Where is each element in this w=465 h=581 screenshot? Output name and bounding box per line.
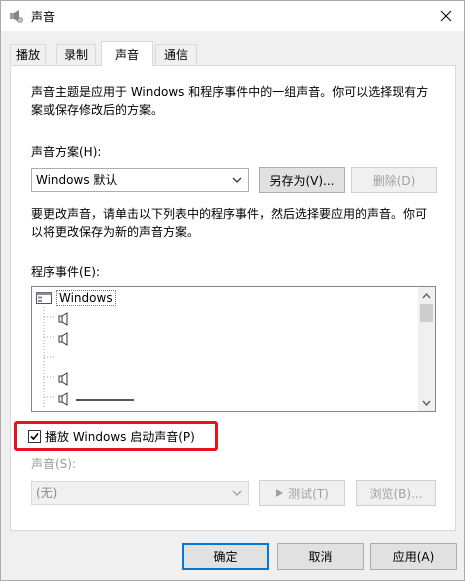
delete-button[interactable]: 删除(D) (351, 167, 437, 193)
sound-scheme-value: Windows 默认 (36, 173, 118, 187)
close-button[interactable] (432, 3, 460, 29)
test-button-label: 测试(T) (288, 486, 329, 501)
chevron-down-icon (232, 177, 242, 183)
checkmark-icon (30, 432, 39, 441)
sound-file-select[interactable]: (无) (31, 481, 249, 505)
speaker-app-icon (10, 10, 23, 23)
chevron-up-icon (422, 292, 431, 298)
speaker-icon[interactable] (58, 390, 70, 408)
chevron-down-icon (422, 400, 431, 406)
change-text-line2: 以将更改保存为新的声音方案。 (31, 225, 200, 239)
list-scrollbar[interactable] (418, 287, 435, 411)
startup-sound-checkbox[interactable] (28, 430, 41, 443)
cancel-button[interactable]: 取消 (277, 543, 364, 570)
tab-sounds[interactable]: 声音 (101, 41, 153, 66)
window-title: 声音 (31, 10, 56, 24)
scheme-label: 声音方案(H): (31, 145, 102, 159)
scroll-up-button[interactable] (418, 287, 435, 304)
speaker-icon[interactable] (58, 330, 70, 348)
sounds-panel: 声音主题是应用于 Windows 和程序事件中的一组声音。你可以选择现有方 案或… (10, 65, 456, 531)
clipped-text-fragment (76, 399, 134, 401)
tab-playback[interactable]: 播放 (10, 44, 46, 64)
save-as-button[interactable]: 另存为(V)... (259, 167, 345, 193)
tab-recording[interactable]: 录制 (56, 44, 96, 64)
startup-sound-checkbox-row[interactable]: 播放 Windows 启动声音(P) (28, 428, 195, 445)
intro-text-line2: 案或保存修改后的方案。 (31, 103, 164, 117)
close-icon (440, 10, 452, 22)
sound-scheme-select[interactable]: Windows 默认 (31, 168, 249, 192)
startup-sound-label: 播放 Windows 启动声音(P) (45, 430, 195, 444)
apply-button[interactable]: 应用(A) (370, 543, 457, 570)
scroll-down-button[interactable] (418, 394, 435, 411)
scroll-thumb[interactable] (420, 304, 433, 322)
ok-button[interactable]: 确定 (182, 543, 269, 570)
sound-dialog: 声音 播放 录制 声音 通信 声音主题是应用于 Windows 和程序事件中的一… (0, 0, 465, 581)
program-events-list[interactable]: Windows (31, 286, 436, 412)
sound-file-value: (无) (36, 486, 58, 500)
browse-button[interactable]: 浏览(B)... (356, 480, 436, 506)
sound-label: 声音(S): (31, 457, 77, 471)
speaker-icon[interactable] (58, 310, 70, 328)
title-bar: 声音 (1, 1, 464, 31)
tab-communications[interactable]: 通信 (155, 44, 197, 64)
test-button[interactable]: 测试(T) (259, 480, 345, 506)
play-icon (276, 489, 284, 497)
speaker-icon[interactable] (58, 370, 70, 388)
events-label: 程序事件(E): (31, 265, 100, 279)
chevron-down-icon (232, 490, 242, 496)
change-text-line1: 要更改声音，请单击以下列表中的程序事件，然后选择要应用的声音。你可 (31, 207, 428, 221)
intro-text-line1: 声音主题是应用于 Windows 和程序事件中的一组声音。你可以选择现有方 (31, 85, 429, 99)
